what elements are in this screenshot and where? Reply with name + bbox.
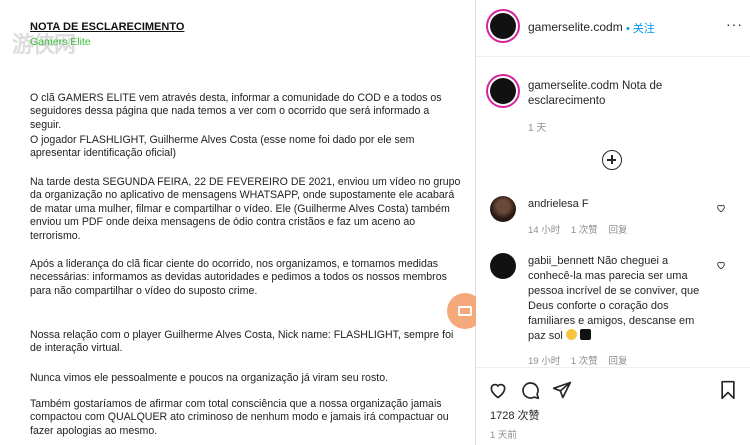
document-paragraph: O clã GAMERS ELITE vem através desta, in… xyxy=(30,92,442,131)
reply-button[interactable]: 回复 xyxy=(608,225,627,236)
comment-meta: 14 小时 1 次赞 回复 xyxy=(528,222,635,236)
header-username[interactable]: gamerselite.codm xyxy=(528,20,623,34)
heart-icon[interactable] xyxy=(488,380,508,400)
black-heart-emoji-icon xyxy=(579,329,591,340)
comment-likes[interactable]: 1 次赞 xyxy=(571,356,598,367)
share-icon[interactable] xyxy=(552,380,572,400)
comment-time[interactable]: 19 小时 xyxy=(528,356,560,367)
document-paragraph: Nunca vimos ele pessoalmente e poucos na… xyxy=(30,372,389,384)
avatar[interactable] xyxy=(490,253,516,279)
comment-meta: 19 小时 1 次赞 回复 xyxy=(528,353,635,367)
likes-count[interactable]: 1728 次赞 xyxy=(490,407,540,423)
smile-emoji-icon xyxy=(565,329,577,340)
comment-text: gabii_bennett Não cheguei a conhecê-la m… xyxy=(528,254,710,344)
avatar[interactable] xyxy=(490,196,516,222)
post-date[interactable]: 1 天前 xyxy=(490,427,517,441)
caption-time[interactable]: 1 天 xyxy=(528,119,546,134)
document-paragraph: O jogador FLASHLIGHT, Guilherme Alves Co… xyxy=(30,134,415,160)
heart-icon[interactable] xyxy=(716,203,726,213)
avatar[interactable] xyxy=(490,78,516,104)
follow-button[interactable]: • 关注 xyxy=(626,20,655,36)
comment-body: Não cheguei a conhecê-la mas parecia ser… xyxy=(528,255,700,342)
comment-body: F xyxy=(581,198,589,210)
heart-icon[interactable] xyxy=(716,260,726,270)
comment-username[interactable]: andrielesa xyxy=(528,198,579,210)
document-paragraph: Nossa relação com o player Guilherme Alv… xyxy=(30,329,454,355)
post-sidebar: gamerselite.codm • 关注 ··· gamerselite.co… xyxy=(476,0,750,445)
screen-icon xyxy=(458,306,472,316)
document-paragraph: Também gostaríamos de afirmar com total … xyxy=(30,398,449,437)
comment-time[interactable]: 14 小时 xyxy=(528,225,560,236)
separator: • xyxy=(626,23,630,35)
plus-circle-icon[interactable] xyxy=(602,150,622,170)
document-paragraph: Na tarde desta SEGUNDA FEIRA, 22 DE FEVE… xyxy=(30,176,461,242)
post-image: 游侠网 NOTA DE ESCLARECIMENTO Gamers Elite … xyxy=(0,0,476,445)
bookmark-icon[interactable] xyxy=(718,380,738,400)
caption-text: gamerselite.codm Nota de esclarecimento xyxy=(528,79,738,109)
post-header: gamerselite.codm • 关注 ··· xyxy=(476,0,750,57)
action-bar xyxy=(476,367,750,445)
avatar[interactable] xyxy=(490,13,516,39)
reply-button[interactable]: 回复 xyxy=(608,356,627,367)
caption-username[interactable]: gamerselite.codm xyxy=(528,80,619,92)
comment-text: andrielesa F xyxy=(528,197,710,212)
follow-label: 关注 xyxy=(632,23,655,35)
document-subtitle: Gamers Elite xyxy=(30,36,91,48)
more-icon[interactable]: ··· xyxy=(726,16,743,32)
comment-username[interactable]: gabii_bennett xyxy=(528,255,594,267)
comment-icon[interactable] xyxy=(520,380,540,400)
comment-likes[interactable]: 1 次赞 xyxy=(571,225,598,236)
document-paragraph: Após a liderança do clã ficar ciente do … xyxy=(30,258,447,297)
document-title: NOTA DE ESCLARECIMENTO xyxy=(30,21,185,33)
